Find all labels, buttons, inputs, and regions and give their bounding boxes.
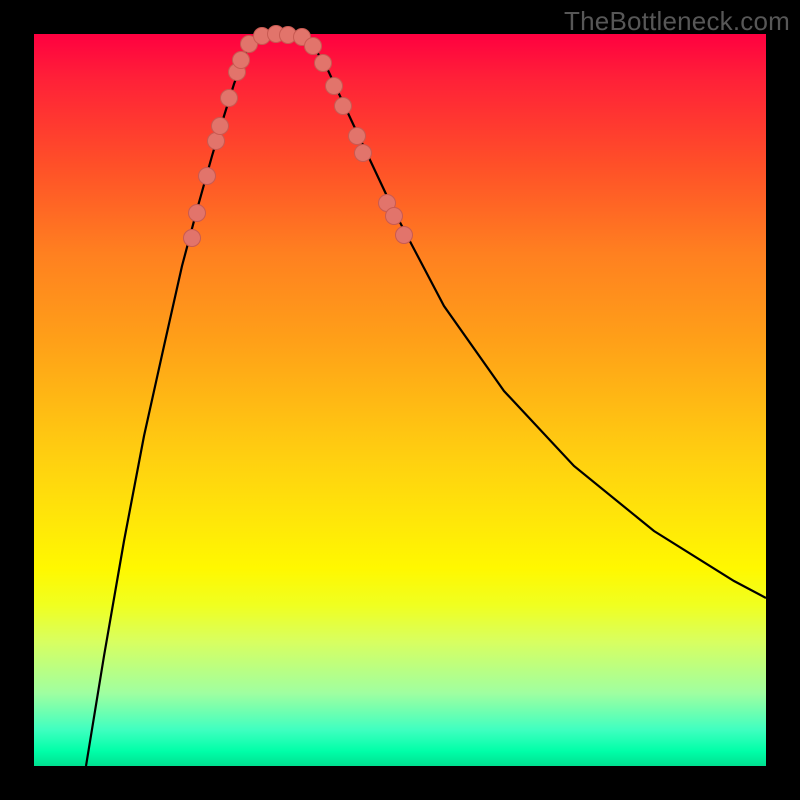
scatter-dot: [184, 230, 201, 247]
scatter-dot: [326, 78, 343, 95]
scatter-dot: [208, 133, 225, 150]
curve-left: [86, 40, 254, 766]
watermark-text: TheBottleneck.com: [564, 6, 790, 37]
chart-frame: TheBottleneck.com: [0, 0, 800, 800]
scatter-group: [184, 26, 413, 247]
scatter-dot: [335, 98, 352, 115]
scatter-dot: [315, 55, 332, 72]
scatter-dot: [396, 227, 413, 244]
scatter-dot: [199, 168, 216, 185]
scatter-dot: [233, 52, 250, 69]
chart-svg: [34, 34, 766, 766]
scatter-dot: [221, 90, 238, 107]
scatter-dot: [212, 118, 229, 135]
scatter-dot: [305, 38, 322, 55]
scatter-dot: [349, 128, 366, 145]
curve-right: [308, 38, 766, 598]
scatter-dot: [189, 205, 206, 222]
scatter-dot: [355, 145, 372, 162]
scatter-dot: [386, 208, 403, 225]
